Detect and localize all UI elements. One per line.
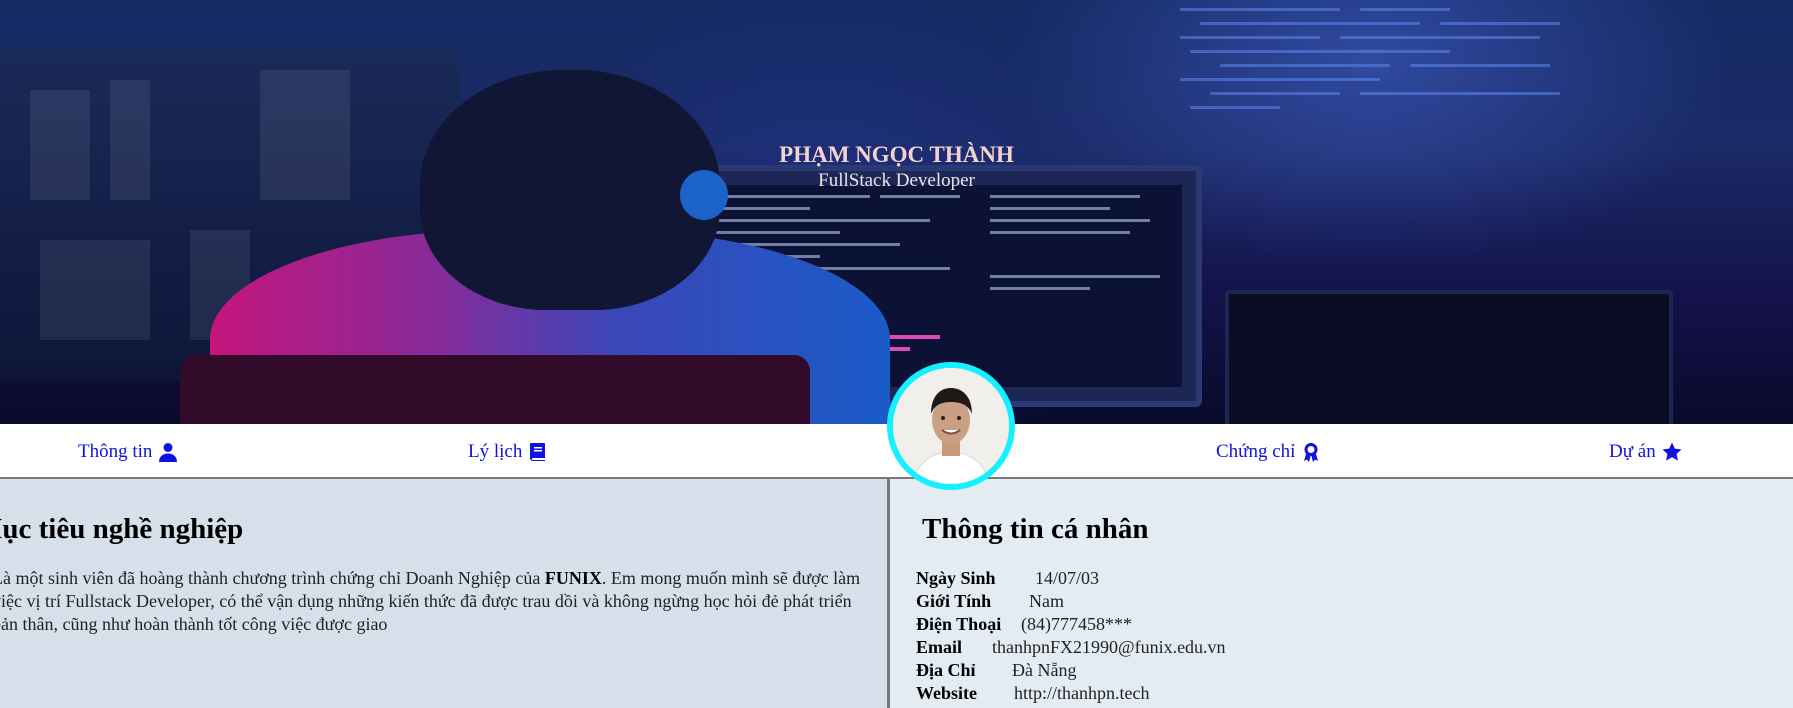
info-row-birthday: Ngày Sinh 14/07/03 xyxy=(916,567,1226,590)
nav-item-projects[interactable]: Dự án xyxy=(1609,424,1682,479)
info-value: Nam xyxy=(1029,591,1064,611)
info-row-email: Email thanhpnFX21990@funix.edu.vn xyxy=(916,636,1226,659)
objective-brand: FUNIX xyxy=(544,568,602,588)
info-label: Điện Thoại xyxy=(916,614,1002,634)
objective-text-before: Là một sinh viên đã hoàng thành chương t… xyxy=(0,568,545,588)
nav-label-projects: Dự án xyxy=(1609,440,1656,462)
info-row-gender: Giới Tính Nam xyxy=(916,590,1226,613)
info-row-phone: Điện Thoại (84)777458*** xyxy=(916,613,1226,636)
star-icon xyxy=(1662,442,1682,461)
info-label: Website xyxy=(916,683,977,703)
background-monitor-secondary xyxy=(1225,290,1673,424)
nav-label-certificates: Chứng chỉ xyxy=(1216,440,1296,462)
personal-info-list: Ngày Sinh 14/07/03 Giới Tính Nam Điện Thoạ… xyxy=(916,567,1226,705)
info-label: Địa Chỉ xyxy=(916,660,976,680)
award-icon xyxy=(1304,442,1319,462)
profile-role: FullStack Developer xyxy=(818,170,975,191)
info-value: (84)777458*** xyxy=(1021,614,1132,634)
info-label: Ngày Sinh xyxy=(916,568,996,588)
hero-banner: PHẠM NGỌC THÀNH FullStack Developer xyxy=(0,0,1793,424)
personal-info-title: Thông tin cá nhân xyxy=(922,513,1149,545)
info-value: 14/07/03 xyxy=(1035,568,1100,588)
info-label: Giới Tính xyxy=(916,591,992,611)
career-objective-title: Mục tiêu nghề nghiệp xyxy=(0,513,244,545)
avatar[interactable] xyxy=(887,362,1015,490)
nav-item-certificates[interactable]: Chứng chỉ xyxy=(1216,424,1321,479)
info-row-address: Địa Chỉ Đà Nẵng xyxy=(916,659,1226,682)
user-icon xyxy=(159,442,178,462)
info-value[interactable]: http://thanhpn.tech xyxy=(1014,683,1149,703)
career-objective-section: Mục tiêu nghề nghiệp Là một sinh viên đã… xyxy=(0,479,887,708)
background-chair xyxy=(180,355,810,424)
nav-item-info[interactable]: Thông tin xyxy=(78,424,178,479)
avatar-photo xyxy=(893,368,1009,484)
nav-label-resume: Lý lịch xyxy=(468,440,523,462)
book-icon xyxy=(530,442,546,461)
info-value: Đà Nẵng xyxy=(1012,660,1077,680)
career-objective-text: Là một sinh viên đã hoàng thành chương t… xyxy=(0,567,862,636)
info-row-website: Website http://thanhpn.tech xyxy=(916,682,1226,705)
profile-name: PHẠM NGỌC THÀNH xyxy=(779,142,1014,167)
info-value[interactable]: thanhpnFX21990@funix.edu.vn xyxy=(992,637,1226,657)
info-label: Email xyxy=(916,637,963,657)
personal-info-section: Thông tin cá nhân Ngày Sinh 14/07/03 Giới… xyxy=(890,479,1793,708)
background-code-lines xyxy=(1180,0,1600,120)
nav-label-info: Thông tin xyxy=(78,440,153,462)
nav-item-resume[interactable]: Lý lịch xyxy=(468,424,548,479)
